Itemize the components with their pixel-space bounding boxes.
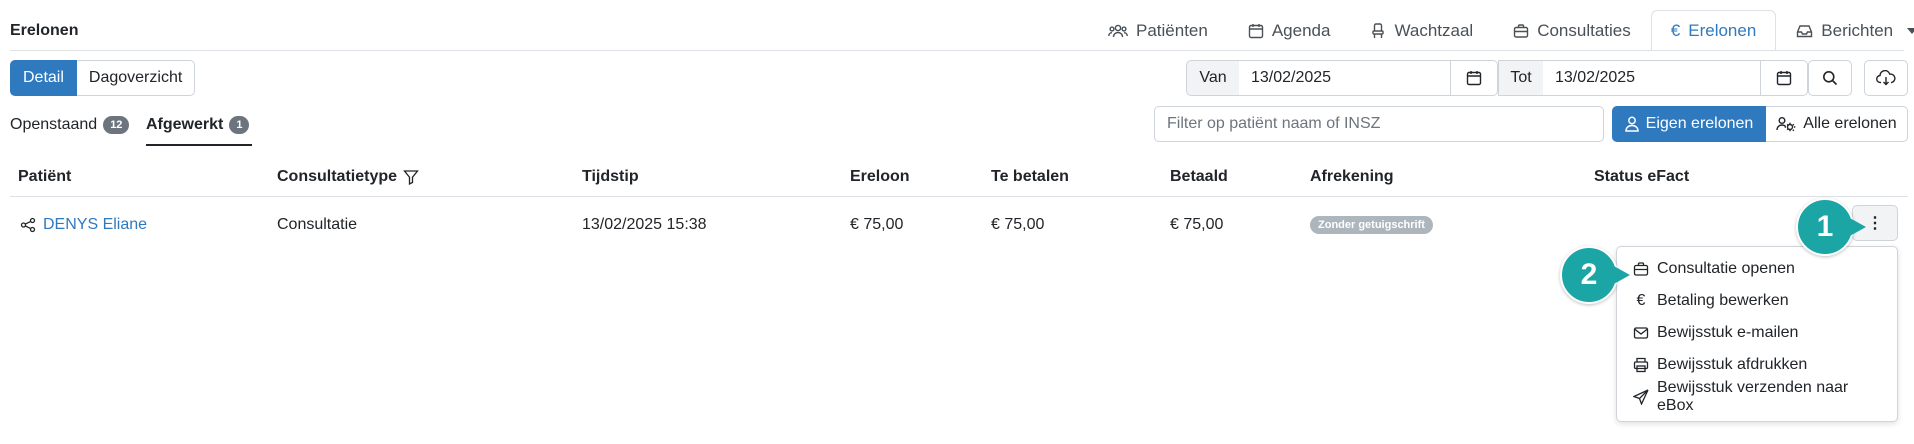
calendar-icon [1248,23,1264,39]
users-icon [1108,23,1128,39]
tab-openstaand[interactable]: Openstaand 12 [10,116,130,134]
col-header-patient[interactable]: Patiënt [18,168,71,186]
menu-item-bewijsstuk-afdrukken[interactable]: Bewijsstuk afdrukken [1617,349,1897,381]
printer-icon [1633,357,1649,373]
briefcase-icon [1513,23,1529,39]
tab-berichten[interactable]: Berichten [1776,10,1914,50]
count-badge: 1 [229,116,250,134]
menu-item-bewijsstuk-ebox[interactable]: Bewijsstuk verzenden naar eBox [1617,379,1897,414]
to-calendar-button[interactable] [1760,60,1808,96]
tab-label: Patiënten [1136,20,1208,40]
dagoverzicht-button[interactable]: Dagoverzicht [76,60,196,96]
alle-erelonen-button[interactable]: Alle erelonen [1766,106,1908,142]
search-icon [1822,70,1838,86]
tab-afgewerkt[interactable]: Afgewerkt 1 [146,116,250,134]
menu-item-label: Betaling bewerken [1657,292,1789,309]
col-header-betaald[interactable]: Betaald [1170,168,1228,186]
tab-label: Agenda [1271,20,1331,40]
user-icon [1624,116,1639,132]
menu-item-label: Bewijsstuk verzenden naar eBox [1657,379,1849,414]
menu-item-label: Bewijsstuk e-mailen [1657,324,1799,341]
cell-consultatietype: Consultatie [277,216,358,233]
chevron-down-icon [1907,27,1914,34]
calendar-icon [1776,70,1792,86]
tab-erelonen[interactable]: € Erelonen [1650,10,1777,51]
cell-te-betalen: € 75,00 [991,216,1045,233]
menu-item-consultatie-openen[interactable]: Consultatie openen [1617,253,1897,285]
button-label: Alle erelonen [1803,115,1897,132]
menu-item-label: Consultatie openen [1657,260,1795,277]
envelope-icon [1633,325,1649,341]
active-tab-indicator [146,144,252,146]
count-badge: 12 [103,116,130,134]
detail-button[interactable]: Detail [10,60,77,96]
col-header-afrekening[interactable]: Afrekening [1310,168,1394,186]
euro-icon: € [1670,21,1681,40]
col-header-tijdstip[interactable]: Tijdstip [582,168,639,186]
cell-betaald: € 75,00 [1170,216,1224,233]
patient-link[interactable]: DENYS Eliane [20,216,147,234]
briefcase-icon [1633,261,1649,277]
tab-patienten[interactable]: Patiënten [1088,10,1228,50]
share-icon [20,217,36,233]
cloud-download-icon [1876,70,1896,86]
tab-label: Wachtzaal [1394,20,1474,40]
callout-pointer [1848,217,1866,237]
to-label: Tot [1498,60,1544,96]
tab-label: Erelonen [1688,21,1757,40]
step-callout-1: 1 [1796,198,1866,256]
row-actions-menu: Consultatie openen € Betaling bewerken B… [1616,246,1898,422]
cell-tijdstip: 13/02/2025 15:38 [582,216,707,233]
callout-number: 1 [1816,210,1834,243]
download-button[interactable] [1864,60,1908,96]
send-icon [1633,389,1649,405]
col-header-consultatietype[interactable]: Consultatietype [277,168,419,186]
to-date-field[interactable]: 13/02/2025 [1543,60,1761,96]
tab-label: Berichten [1821,20,1894,40]
patient-name: DENYS Eliane [43,216,148,233]
eigen-erelonen-button[interactable]: Eigen erelonen [1612,106,1766,142]
cell-ereloon: € 75,00 [850,216,904,233]
tab-consultaties[interactable]: Consultaties [1493,10,1651,50]
col-header-status-efact[interactable]: Status eFact [1594,168,1689,186]
inbox-icon [1796,23,1813,39]
step-callout-2: 2 [1560,246,1630,304]
tab-label: Openstaand [10,116,98,133]
main-nav: Patiënten Agenda Wachtzaal Consultaties … [1088,10,1914,51]
chair-icon [1370,22,1386,39]
search-button[interactable] [1808,60,1852,96]
page-title: Erelonen [10,22,79,39]
header-label: Consultatietype [277,168,398,185]
callout-pointer [1612,265,1630,285]
from-label: Van [1186,60,1240,96]
menu-item-label: Bewijsstuk afdrukken [1657,356,1808,373]
patient-filter-input[interactable] [1154,106,1604,142]
users-gear-icon [1776,116,1796,132]
tab-label: Afgewerkt [146,116,224,133]
filter-icon[interactable] [403,169,419,185]
nav-divider [10,50,1904,51]
menu-item-bewijsstuk-emailen[interactable]: Bewijsstuk e-mailen [1617,317,1897,349]
menu-item-betaling-bewerken[interactable]: € Betaling bewerken [1617,285,1897,317]
tab-label: Consultaties [1537,20,1631,40]
calendar-icon [1466,70,1482,86]
from-date-field[interactable]: 13/02/2025 [1239,60,1451,96]
tab-wachtzaal[interactable]: Wachtzaal [1350,10,1493,50]
header-divider [10,196,1908,197]
callout-number: 2 [1580,258,1598,291]
settlement-badge: Zonder getuigschrift [1310,216,1433,234]
col-header-te-betalen[interactable]: Te betalen [991,168,1069,186]
button-label: Eigen erelonen [1645,115,1754,132]
view-toggle: Detail Dagoverzicht [10,60,196,96]
from-calendar-button[interactable] [1450,60,1498,96]
tab-agenda[interactable]: Agenda [1228,10,1351,50]
col-header-ereloon[interactable]: Ereloon [850,168,910,186]
euro-icon: € [1636,292,1646,309]
